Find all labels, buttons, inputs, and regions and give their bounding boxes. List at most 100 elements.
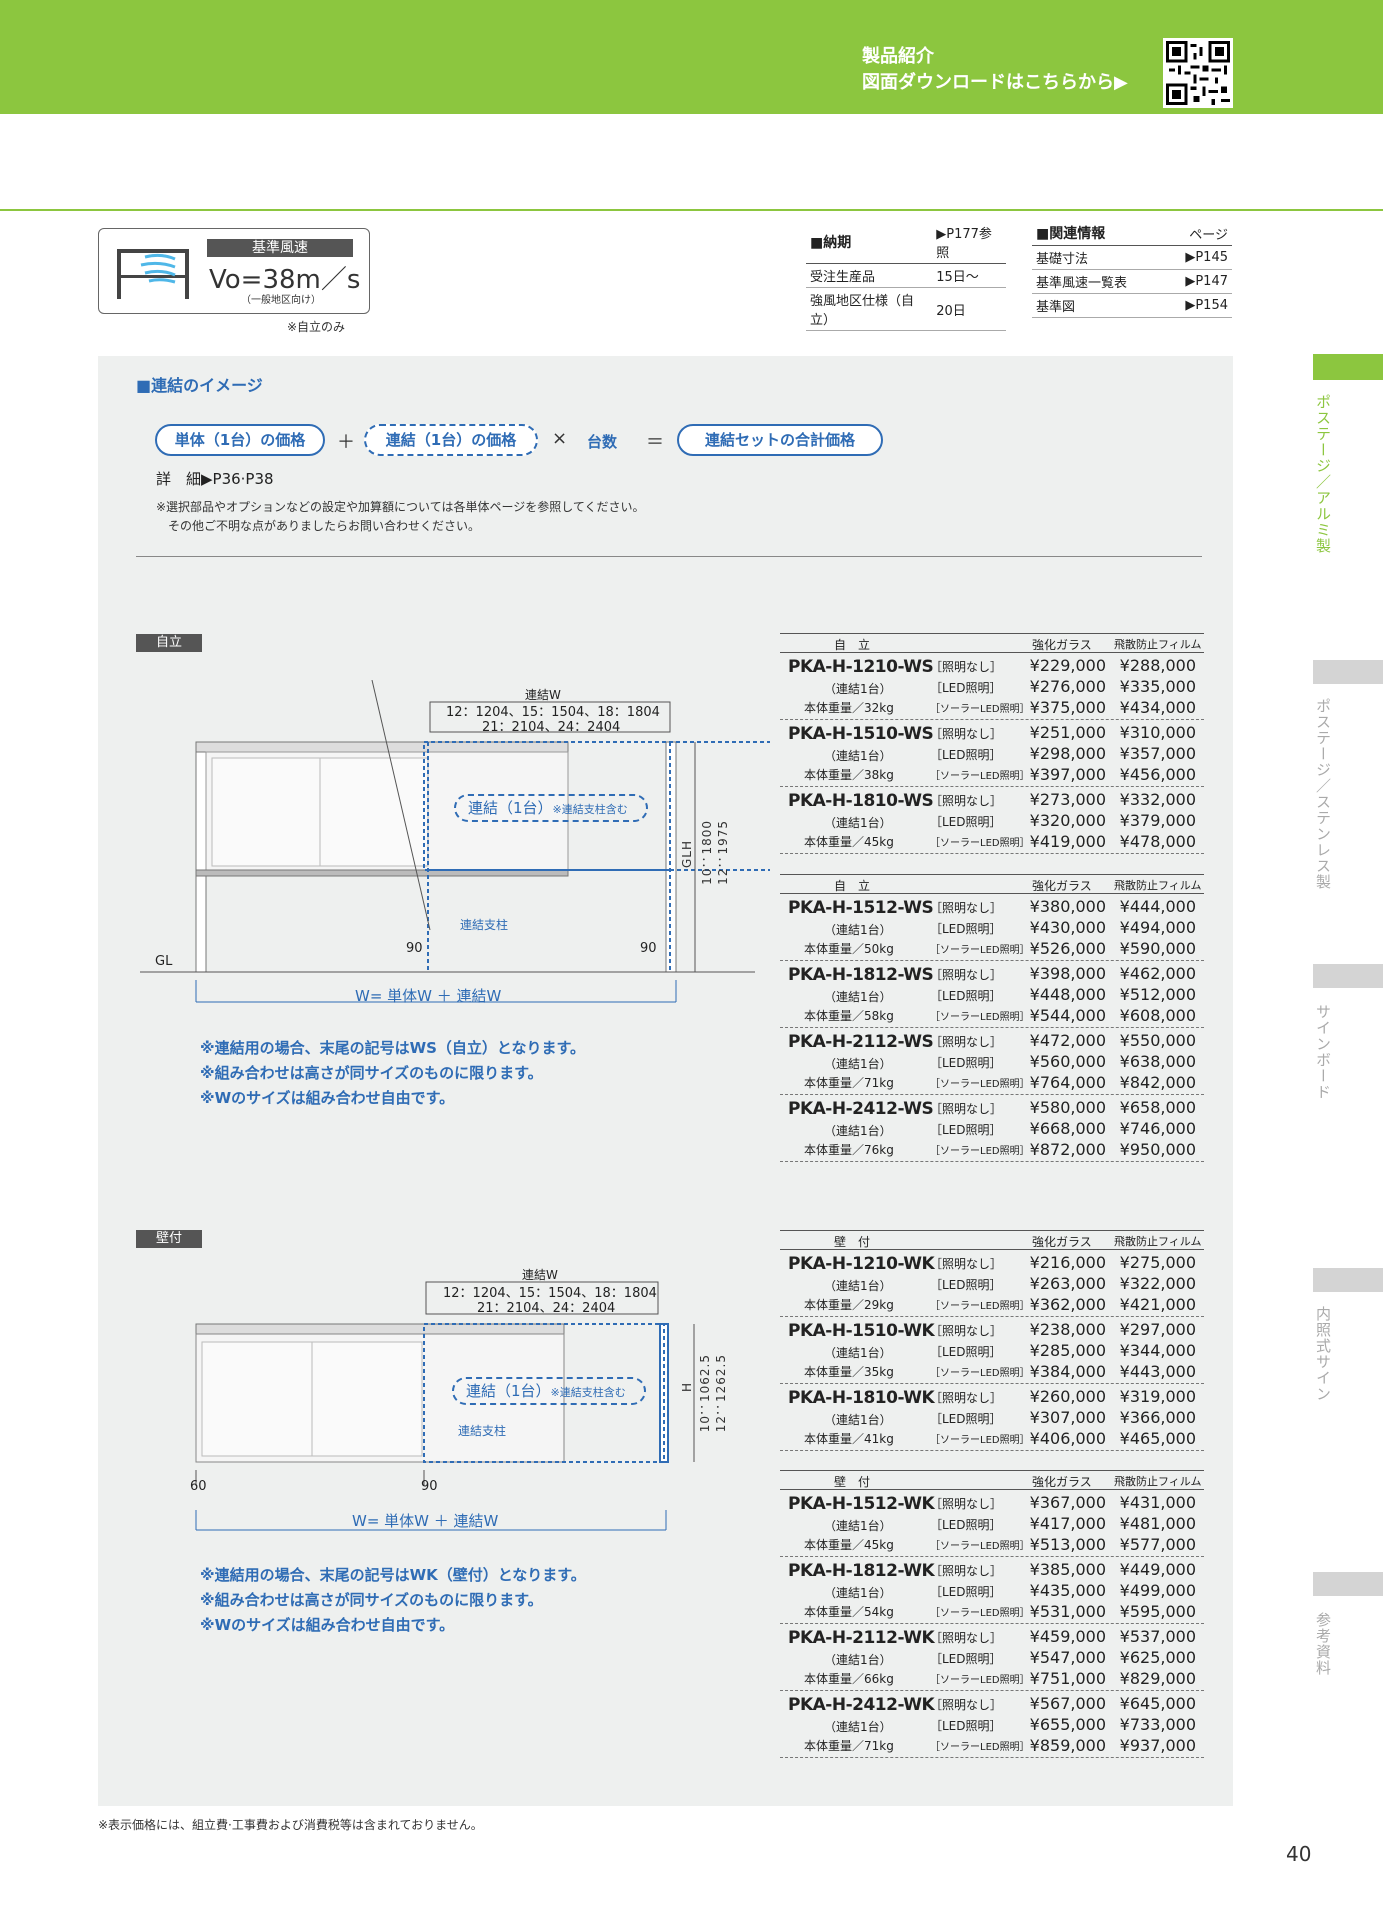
- model-weight: 本体重量／71kg: [804, 1076, 894, 1090]
- image-section-title: ■連結のイメージ: [136, 376, 263, 395]
- model-number: PKA-H-2412-WS: [788, 1099, 934, 1119]
- table-col-film: 飛散防止フィルム: [1114, 638, 1202, 651]
- lighting-option: ［照明なし］: [930, 1102, 1003, 1116]
- lighting-option: ［LED照明］: [930, 748, 1002, 762]
- kabetsuke-h: H: [680, 1382, 694, 1393]
- footer-note: ※表示価格には、組立費·工事費および消費税等は含まれておりません。: [98, 1818, 483, 1832]
- model-weight: 本体重量／41kg: [804, 1432, 894, 1446]
- kabetsuke-tag: 壁付: [136, 1230, 202, 1248]
- lighting-option: ［LED照明］: [930, 1123, 1002, 1137]
- lighting-option: ［照明なし］: [930, 1631, 1003, 1645]
- lighting-option: ［照明なし］: [930, 1391, 1003, 1405]
- table-col-glass: 強化ガラス: [1032, 879, 1092, 893]
- count-label: 台数: [587, 433, 618, 451]
- lighting-option: ［ソーラーLED照明］: [930, 1079, 1030, 1090]
- model-weight: 本体重量／35kg: [804, 1365, 894, 1379]
- jiritsu-glh: GLH: [680, 840, 694, 869]
- price-table-header: 壁 付 強化ガラス 飛散防止フィルム: [780, 1230, 1204, 1250]
- section-divider: [136, 556, 1202, 557]
- model-number: PKA-H-2112-WK: [788, 1628, 935, 1648]
- jiritsu-notes: ※連結用の場合、末尾の記号はWS（自立）となります。 ※組み合わせは高さが同サイ…: [200, 1036, 585, 1111]
- kabetsuke-notes: ※連結用の場合、末尾の記号はWK（壁付）となります。 ※組み合わせは高さが同サイ…: [200, 1563, 586, 1638]
- related-item: 基礎寸法: [1032, 245, 1165, 270]
- sidebar-tab[interactable]: [1313, 1268, 1383, 1292]
- model-sub: （連結1台）: [824, 1124, 892, 1138]
- sidebar-item-signboard[interactable]: サインボード: [1313, 1004, 1334, 1100]
- price-glass: ¥398,000: [1029, 964, 1106, 983]
- lighting-option: ［LED照明］: [930, 1412, 1002, 1426]
- price-film: ¥310,000: [1119, 723, 1196, 742]
- lighting-option: ［ソーラーLED照明］: [930, 1742, 1030, 1753]
- price-glass: ¥580,000: [1029, 1098, 1106, 1117]
- linked-price-pill: 連結（1台）の価格: [364, 424, 538, 456]
- sidebar-item-reference[interactable]: 参考資料: [1313, 1612, 1334, 1676]
- price-glass: ¥276,000: [1029, 677, 1106, 696]
- price-film: ¥577,000: [1119, 1535, 1196, 1554]
- sidebar-item-lit-sign[interactable]: 内照式サイン: [1313, 1306, 1334, 1402]
- related-link[interactable]: ▶P145: [1164, 245, 1232, 270]
- model-number: PKA-H-1210-WS: [788, 657, 934, 677]
- lighting-option: ［LED照明］: [930, 989, 1002, 1003]
- price-glass: ¥567,000: [1029, 1694, 1106, 1713]
- lighting-option: ［ソーラーLED照明］: [930, 771, 1030, 782]
- model-number: PKA-H-1812-WS: [788, 965, 934, 985]
- sidebar-tab[interactable]: [1313, 964, 1383, 988]
- sidebar-tab[interactable]: [1313, 660, 1383, 684]
- table-col-glass: 強化ガラス: [1032, 1235, 1092, 1249]
- lighting-option: ［LED照明］: [930, 1652, 1002, 1666]
- kabetsuke-note: ※組み合わせは高さが同サイズのものに限ります。: [200, 1591, 543, 1609]
- delivery-item: 受注生産品: [806, 263, 933, 288]
- sidebar-tab-active[interactable]: [1313, 354, 1383, 380]
- price-table: 壁 付 強化ガラス 飛散防止フィルム PKA-H-1512-WK （連結1台） 本体重量／…: [780, 1470, 1204, 1758]
- wind-note: ※自立のみ: [287, 320, 346, 334]
- jiritsu-h1: 10：1800: [700, 820, 714, 885]
- model-weight: 本体重量／50kg: [804, 942, 894, 956]
- price-film: ¥478,000: [1119, 832, 1196, 851]
- kabetsuke-dim2: 21：2104、24：2404: [477, 1301, 616, 1316]
- header-text[interactable]: 製品紹介 図面ダウンロードはこちらから▶: [862, 44, 1152, 96]
- lighting-option: ［照明なし］: [930, 1698, 1003, 1712]
- jiritsu-note: ※連結用の場合、末尾の記号はWS（自立）となります。: [200, 1039, 585, 1057]
- price-film: ¥297,000: [1119, 1320, 1196, 1339]
- price-film: ¥829,000: [1119, 1669, 1196, 1688]
- price-table-header: 自 立 強化ガラス 飛散防止フィルム: [780, 874, 1204, 894]
- kabetsuke-dim-title: 連結W: [522, 1268, 558, 1282]
- model-sub: （連結1台）: [824, 1279, 892, 1293]
- related-link[interactable]: ▶P154: [1164, 293, 1232, 318]
- equals-sign: ＝: [646, 432, 664, 453]
- related-title: ■関連情報: [1032, 221, 1165, 246]
- delivery-item: 強風地区仕様（自立）: [806, 287, 933, 331]
- qr-code-icon[interactable]: [1163, 38, 1233, 108]
- delivery-days: 20日: [932, 287, 1006, 331]
- model-sub: （連結1台）: [824, 682, 892, 696]
- related-item: 基準風速一覧表: [1032, 269, 1165, 294]
- sidebar-item-stainless[interactable]: ポステージ／ステンレス製: [1313, 698, 1334, 890]
- sidebar-tab[interactable]: [1313, 1572, 1383, 1596]
- table-col-glass: 強化ガラス: [1032, 1475, 1092, 1489]
- price-film: ¥590,000: [1119, 939, 1196, 958]
- lighting-option: ［LED照明］: [930, 1056, 1002, 1070]
- table-row: PKA-H-2412-WK （連結1台） 本体重量／71kg ［照明なし］ ¥567,0…: [780, 1691, 1204, 1758]
- table-row: PKA-H-1210-WK （連結1台） 本体重量／29kg ［照明なし］ ¥216,0…: [780, 1250, 1204, 1317]
- model-number: PKA-H-1510-WK: [788, 1321, 935, 1341]
- price-glass: ¥435,000: [1029, 1581, 1106, 1600]
- lighting-option: ［LED照明］: [930, 1345, 1002, 1359]
- related-link[interactable]: ▶P147: [1164, 269, 1232, 294]
- delivery-table: ■納期 ▶P177参照 受注生産品 15日～ 強風地区仕様（自立） 20日: [806, 221, 1006, 331]
- price-glass: ¥655,000: [1029, 1715, 1106, 1734]
- lighting-option: ［照明なし］: [930, 1324, 1003, 1338]
- model-weight: 本体重量／54kg: [804, 1605, 894, 1619]
- table-col-film: 飛散防止フィルム: [1114, 879, 1202, 892]
- price-film: ¥332,000: [1119, 790, 1196, 809]
- lighting-option: ［LED照明］: [930, 815, 1002, 829]
- jiritsu-h2: 12：1975: [716, 820, 730, 885]
- sidebar-item-aluminum[interactable]: ポステージ／アルミ製: [1313, 394, 1334, 554]
- jiritsu-note: ※組み合わせは高さが同サイズのものに限ります。: [200, 1064, 543, 1082]
- price-glass: ¥406,000: [1029, 1429, 1106, 1448]
- delivery-title: ■納期: [806, 221, 933, 264]
- price-glass: ¥307,000: [1029, 1408, 1106, 1427]
- delivery-ref[interactable]: ▶P177参照: [932, 221, 1006, 264]
- price-film: ¥550,000: [1119, 1031, 1196, 1050]
- detail-link[interactable]: 詳 細▶P36·P38: [156, 468, 274, 489]
- model-number: PKA-H-1810-WK: [788, 1388, 935, 1408]
